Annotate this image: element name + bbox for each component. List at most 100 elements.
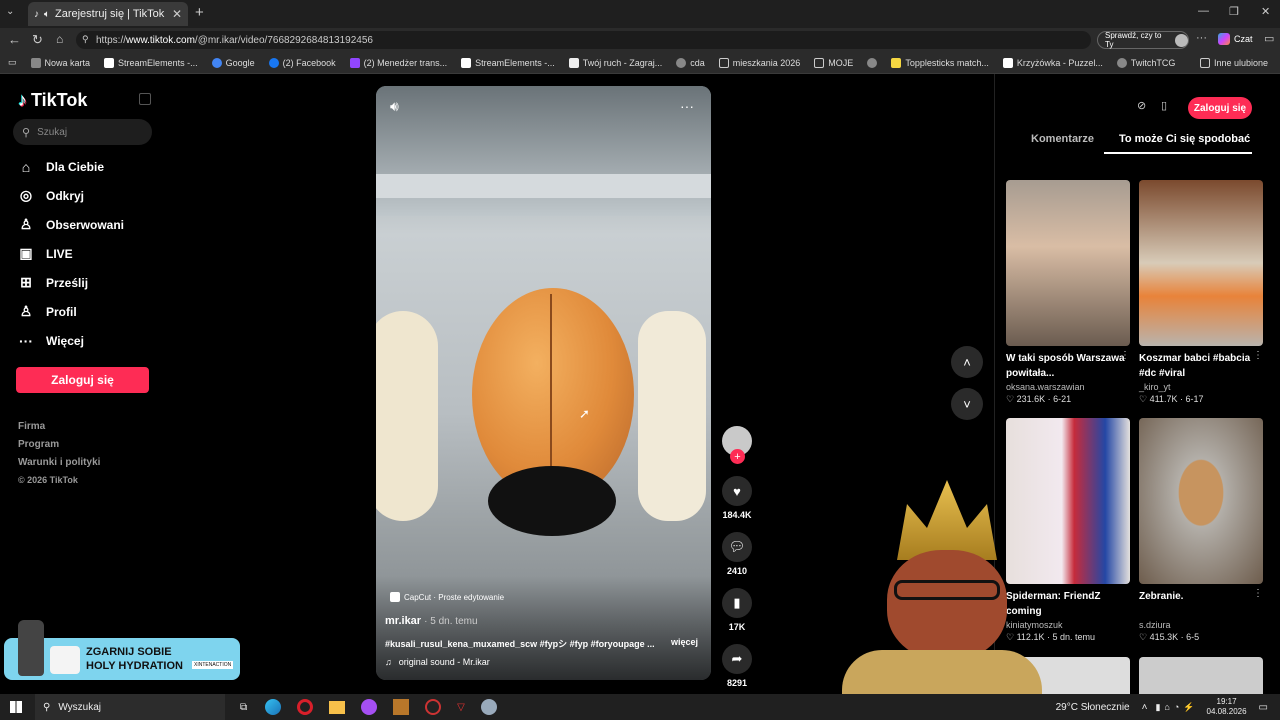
browser-tab[interactable]: ♪ 🔈︎ Zarejestruj się | TikTok ✕ — [28, 2, 188, 26]
capcut-badge[interactable]: CapCut · Proste edytowanie — [390, 592, 504, 602]
back-icon[interactable]: ← — [8, 32, 21, 47]
caption-more-link[interactable]: więcej — [671, 637, 698, 650]
windows-start-icon[interactable] — [10, 701, 22, 713]
footer-terms[interactable]: Warunki i polityki — [0, 457, 170, 475]
share-icon[interactable]: ➦ — [722, 644, 752, 674]
nav-profile[interactable]: ♙ Profil — [0, 297, 170, 326]
bookmark-item[interactable]: TwitchTCG — [1110, 57, 1183, 68]
nav-live[interactable]: ▣ LIVE — [0, 239, 170, 268]
sidebar-toggle-icon[interactable]: ▭ — [1264, 32, 1274, 45]
get-app-icon[interactable]: ⊘ — [1137, 99, 1146, 112]
nav-following[interactable]: ♙ Obserwowani — [0, 210, 170, 239]
follow-plus-icon[interactable]: + — [730, 449, 745, 464]
clock[interactable]: 19:17 04.08.2026 — [1207, 697, 1247, 717]
home-icon[interactable]: ⌂ — [56, 32, 63, 46]
bookmark-item[interactable]: cda — [669, 57, 712, 68]
nav-upload[interactable]: ⊞ Prześlij — [0, 268, 170, 297]
new-tab-button[interactable]: + — [195, 4, 204, 21]
bookmark-item[interactable] — [860, 57, 884, 68]
nav-label: Profil — [46, 304, 77, 319]
video-card[interactable]: W taki sposób Warszawa powitała... oksan… — [1006, 180, 1130, 405]
login-button[interactable]: Zaloguj się — [16, 367, 149, 393]
app-icon[interactable]: ▽ — [457, 702, 465, 713]
shirt-shape — [842, 650, 1042, 694]
bookmark-folder[interactable]: MOJE — [807, 57, 860, 68]
bookmark-item[interactable]: (2) Menedżer trans... — [343, 57, 455, 68]
card-menu-icon[interactable]: ⋮ — [1253, 588, 1263, 599]
video-card[interactable]: Zebranie. s.dziura ♡ 415.3K · 6-5 — [1139, 418, 1263, 643]
profile-check-button[interactable]: Sprawdź, czy to Ty — [1097, 31, 1189, 49]
video-actions: + ♥ 184.4K 💬︎ 2410 ▮ 17K ➦ 8291 — [717, 426, 757, 688]
weather-status[interactable]: 29°C Słonecznie — [1056, 702, 1130, 713]
card-title: Zebranie. — [1139, 591, 1184, 602]
reload-icon[interactable]: ↻ — [32, 32, 43, 48]
nav-more[interactable]: ··· Więcej — [0, 326, 170, 355]
bookmark-item[interactable]: StreamElements -... — [97, 57, 205, 68]
app-icon[interactable] — [480, 699, 497, 715]
bookmark-label: Twój ruch - Zagraj... — [582, 57, 663, 68]
file-explorer-icon[interactable] — [329, 700, 346, 714]
streamlabs-app-icon[interactable] — [393, 699, 410, 715]
bookmark-item[interactable]: Krzyżówka - Puzzel... — [996, 57, 1110, 68]
site-info-icon[interactable]: ⚲ — [82, 34, 89, 45]
tray-chevron-up-icon[interactable]: ˄ — [1142, 702, 1148, 713]
card-user: _kiro_yt — [1139, 382, 1171, 392]
opera-app-icon[interactable] — [297, 699, 314, 715]
reading-view-icon[interactable]: ▭ — [0, 57, 24, 68]
card-menu-icon[interactable]: ⋮ — [1120, 350, 1130, 361]
bookmark-item[interactable]: Google — [205, 57, 262, 68]
panel-login-button[interactable]: Zaloguj się — [1188, 97, 1252, 119]
messenger-app-icon[interactable] — [361, 699, 378, 715]
bookmark-item[interactable]: (2) Facebook — [262, 57, 343, 68]
tray-icons[interactable]: ▮⌂◔⚡ — [1155, 702, 1198, 713]
avatar — [1175, 33, 1188, 47]
bookmark-item[interactable]: Twój ruch - Zagraj... — [562, 57, 670, 68]
bookmark-item[interactable]: Nowa karta — [24, 57, 98, 68]
close-tab-icon[interactable]: ✕ — [172, 7, 182, 21]
card-menu-icon[interactable]: ⋮ — [1253, 350, 1263, 361]
tab-actions-menu[interactable]: ⌄ — [6, 6, 14, 17]
minimize-button[interactable]: — — [1198, 5, 1209, 17]
folder-icon — [718, 57, 729, 68]
bookmark-item[interactable]: StreamElements -... — [454, 57, 562, 68]
bookmark-icon[interactable]: ▮ — [722, 588, 752, 618]
copilot-chat-button[interactable]: Czat — [1218, 33, 1253, 45]
next-card-thumbnail[interactable] — [1139, 657, 1263, 694]
maximize-button[interactable]: ❐ — [1229, 5, 1239, 18]
card-meta: ♡ 415.3K · 6-5 — [1139, 632, 1200, 642]
chevron-down-icon[interactable]: ˅ — [951, 388, 983, 420]
device-icon[interactable]: ▯ — [1161, 99, 1167, 112]
video-menu-icon[interactable]: ··· — [680, 98, 694, 114]
taskbar-search[interactable]: ⚲ Wyszukaj — [35, 694, 225, 720]
nav-explore[interactable]: ◎ Odkryj — [0, 181, 170, 210]
video-author[interactable]: mr.ikar — [385, 615, 421, 627]
chevron-up-icon[interactable]: ˄ — [951, 346, 983, 378]
collapse-sidebar-icon[interactable] — [139, 93, 151, 105]
app-icon[interactable] — [425, 699, 442, 715]
tab-recommend[interactable]: To może Ci się spodobać — [1119, 133, 1250, 145]
video-player[interactable]: 🔊︎ ··· ➚ CapCut · Proste edytowanie mr.i… — [376, 86, 711, 680]
video-sound[interactable]: ♫ original sound - Mr.ikar — [385, 657, 490, 667]
url-field[interactable]: ⚲ https://www.tiktok.com/@mr.ikar/video/… — [76, 31, 1091, 49]
video-card[interactable]: Koszmar babci #babcia #dc #viral _kiro_y… — [1139, 180, 1263, 405]
bookmark-item[interactable]: Topplesticks match... — [884, 57, 996, 68]
tiktok-logo[interactable]: ♪ TikTok — [18, 90, 87, 111]
footer-program[interactable]: Program — [0, 439, 170, 457]
search-input[interactable]: ⚲ Szukaj — [13, 119, 152, 145]
other-bookmarks[interactable]: Inne ulubione — [1193, 57, 1280, 68]
like-heart-icon[interactable]: ♥ — [722, 476, 752, 506]
comment-icon[interactable]: 💬︎ — [722, 532, 752, 562]
volume-icon[interactable]: 🔊︎ — [390, 98, 399, 115]
bookmarks-bar: ▭ Nowa karta StreamElements -... Google … — [0, 52, 1280, 74]
settings-menu-icon[interactable]: ··· — [1196, 32, 1207, 44]
url-path: /@mr.ikar/video/7668292684813192456 — [194, 34, 373, 46]
speaker-icon[interactable]: 🔈︎ — [44, 9, 50, 20]
bookmark-folder[interactable]: mieszkania 2026 — [712, 57, 808, 68]
close-window-button[interactable]: ✕ — [1261, 5, 1270, 18]
task-view-icon[interactable]: ⧉ — [240, 702, 247, 713]
nav-for-you[interactable]: ⌂ Dla Ciebie — [0, 152, 170, 181]
footer-company[interactable]: Firma — [0, 421, 170, 439]
tab-comments[interactable]: Komentarze — [1031, 133, 1094, 145]
notification-icon[interactable]: ▭ — [1259, 702, 1268, 713]
edge-app-icon[interactable] — [265, 699, 282, 715]
